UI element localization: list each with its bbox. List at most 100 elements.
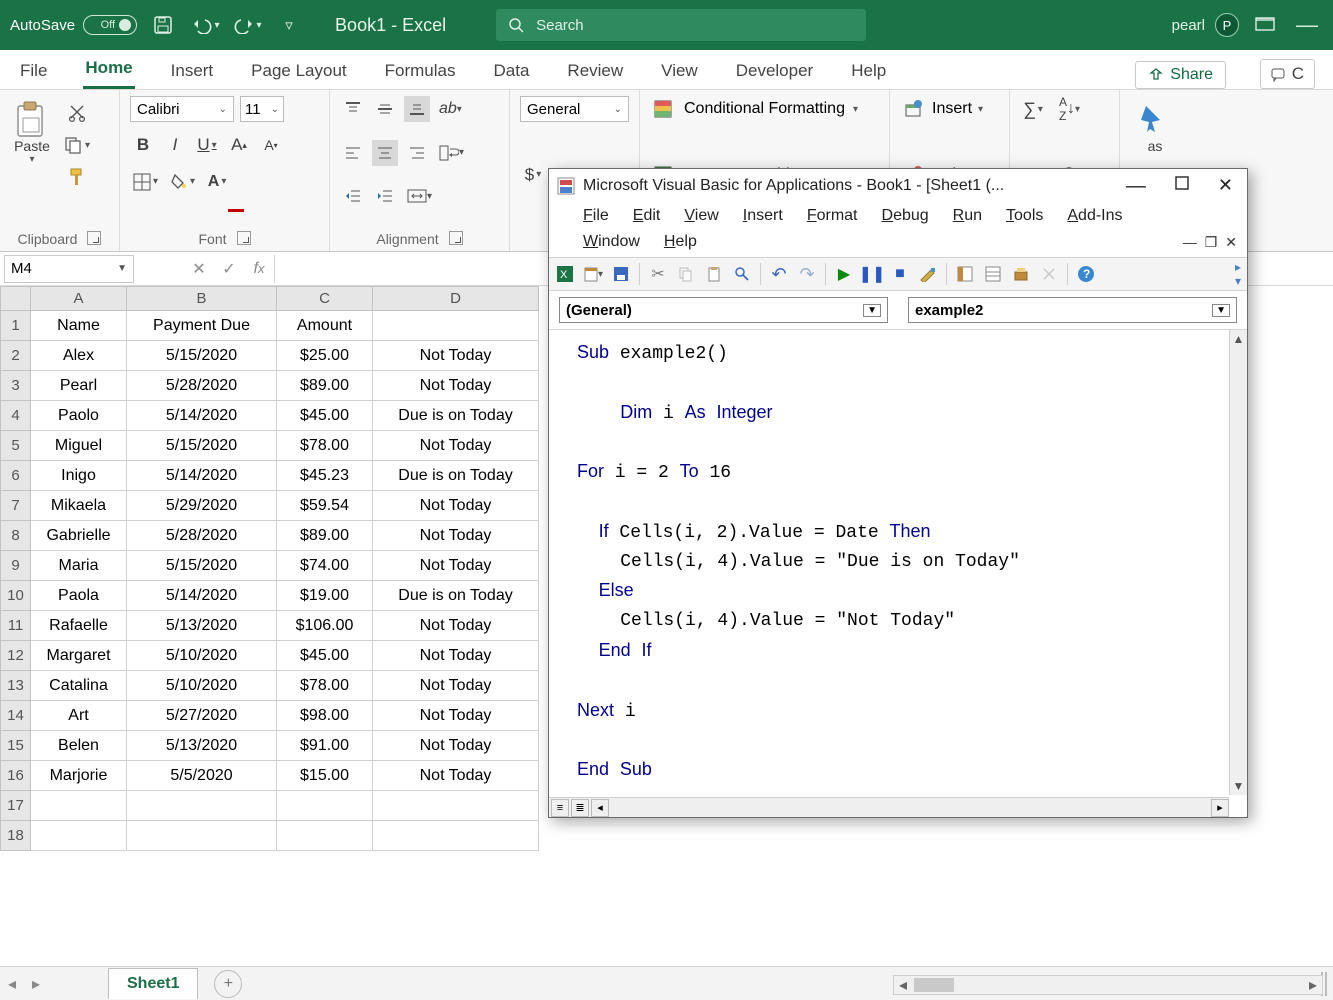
sheet-tab[interactable]: Sheet1 <box>108 968 198 999</box>
cell[interactable]: Miguel <box>31 431 127 461</box>
vba-menu-file[interactable]: File <box>583 207 609 225</box>
align-right-icon[interactable] <box>404 140 430 166</box>
scroll-thumb[interactable] <box>914 978 954 992</box>
column-header[interactable]: A <box>31 287 127 311</box>
row-header[interactable]: 8 <box>1 521 31 551</box>
ribbon-tab-home[interactable]: Home <box>83 52 134 89</box>
row-header[interactable]: 10 <box>1 581 31 611</box>
table-header-cell[interactable]: Name <box>31 311 127 341</box>
scroll-right-icon[interactable]: ▸ <box>1304 975 1322 995</box>
horizontal-scrollbar[interactable]: ◂ ▸ <box>893 975 1323 995</box>
cut-icon[interactable] <box>60 100 93 126</box>
column-header[interactable]: D <box>373 287 539 311</box>
row-header[interactable]: 15 <box>1 731 31 761</box>
cell[interactable]: Not Today <box>373 341 539 371</box>
vba-title-bar[interactable]: Microsoft Visual Basic for Applications … <box>549 169 1247 203</box>
cell[interactable] <box>373 821 539 851</box>
vba-vertical-scrollbar[interactable]: ▲▼ <box>1229 330 1247 795</box>
redo-icon[interactable]: ↷ <box>797 264 817 284</box>
autosum-icon[interactable]: ∑▾ <box>1020 96 1046 122</box>
row-header[interactable]: 2 <box>1 341 31 371</box>
cell[interactable]: Margaret <box>31 641 127 671</box>
vba-menu-help[interactable]: Help <box>664 233 697 251</box>
ribbon-tab-file[interactable]: File <box>18 55 49 89</box>
user-name[interactable]: pearl <box>1172 17 1205 34</box>
cell[interactable]: 5/29/2020 <box>127 491 277 521</box>
undo-icon[interactable]: ↶ <box>769 264 789 284</box>
italic-button[interactable]: I <box>162 132 188 158</box>
cell[interactable]: Not Today <box>373 371 539 401</box>
align-top-icon[interactable] <box>340 96 366 122</box>
minimize-icon[interactable]: — <box>1291 9 1323 41</box>
font-name-select[interactable]: Calibri⌄ <box>130 96 234 122</box>
cell[interactable]: $98.00 <box>277 701 373 731</box>
increase-font-icon[interactable]: A▴ <box>226 132 252 158</box>
cell[interactable]: Art <box>31 701 127 731</box>
wrap-text-icon[interactable]: ▾ <box>436 140 467 166</box>
number-format-select[interactable]: General⌄ <box>520 96 629 122</box>
column-header[interactable]: C <box>277 287 373 311</box>
cell[interactable]: Alex <box>31 341 127 371</box>
sort-filter-icon[interactable]: AZ↓▾ <box>1056 96 1083 122</box>
cell[interactable] <box>373 791 539 821</box>
cell[interactable]: 5/15/2020 <box>127 341 277 371</box>
row-header[interactable]: 7 <box>1 491 31 521</box>
help-icon[interactable]: ? <box>1076 264 1096 284</box>
row-header[interactable]: 18 <box>1 821 31 851</box>
vba-maximize-icon[interactable] <box>1174 175 1190 198</box>
find-icon[interactable] <box>732 264 752 284</box>
font-size-select[interactable]: 11⌄ <box>240 96 284 122</box>
cell[interactable]: 5/5/2020 <box>127 761 277 791</box>
cell[interactable]: $106.00 <box>277 611 373 641</box>
vba-sub-close-icon[interactable]: ✕ <box>1225 234 1237 251</box>
orientation-icon[interactable]: ab▾ <box>436 96 465 122</box>
ribbon-tab-view[interactable]: View <box>659 55 700 89</box>
row-header[interactable]: 3 <box>1 371 31 401</box>
align-middle-icon[interactable] <box>372 96 398 122</box>
vba-window[interactable]: Microsoft Visual Basic for Applications … <box>548 168 1248 818</box>
cell[interactable]: Due is on Today <box>373 401 539 431</box>
alignment-dialog-launcher[interactable] <box>449 231 463 245</box>
vba-sub-minimize-icon[interactable]: — <box>1183 234 1197 251</box>
vba-menu-tools[interactable]: Tools <box>1006 207 1043 225</box>
reset-icon[interactable]: ■ <box>890 264 910 284</box>
align-left-icon[interactable] <box>340 140 366 166</box>
cell[interactable]: 5/15/2020 <box>127 431 277 461</box>
cell[interactable]: $78.00 <box>277 671 373 701</box>
vba-minimize-icon[interactable]: — <box>1126 175 1146 198</box>
cell[interactable]: Not Today <box>373 491 539 521</box>
vba-menu-run[interactable]: Run <box>953 207 982 225</box>
cell[interactable]: 5/10/2020 <box>127 641 277 671</box>
ribbon-tab-insert[interactable]: Insert <box>169 55 216 89</box>
ribbon-tab-help[interactable]: Help <box>849 55 888 89</box>
scroll-left-icon[interactable]: ◂ <box>591 799 609 817</box>
cell[interactable]: Not Today <box>373 611 539 641</box>
vba-menu-insert[interactable]: Insert <box>743 207 783 225</box>
table-header-cell[interactable]: Payment Due <box>127 311 277 341</box>
vba-view-proc-icon[interactable]: ≣ <box>571 799 589 817</box>
vba-menu-debug[interactable]: Debug <box>882 207 929 225</box>
insert-cells-button[interactable]: Insert <box>932 100 972 118</box>
cell[interactable]: Catalina <box>31 671 127 701</box>
ribbon-display-options-icon[interactable] <box>1249 9 1281 41</box>
insert-cells-icon[interactable] <box>900 96 926 122</box>
enter-formula-icon[interactable]: ✓ <box>214 255 244 283</box>
cell[interactable] <box>127 821 277 851</box>
toolbox-icon[interactable] <box>1039 264 1059 284</box>
cut-icon[interactable]: ✂ <box>648 264 668 284</box>
comments-button[interactable]: C <box>1260 59 1315 89</box>
cell[interactable]: $89.00 <box>277 521 373 551</box>
row-header[interactable]: 13 <box>1 671 31 701</box>
cell[interactable]: Not Today <box>373 731 539 761</box>
vba-horizontal-scrollbar[interactable]: ≡ ≣ ◂ ▸ <box>549 797 1229 817</box>
row-header[interactable]: 1 <box>1 311 31 341</box>
redo-icon[interactable]: ▾ <box>231 9 263 41</box>
autosave-toggle[interactable]: Off <box>83 15 137 35</box>
row-header[interactable]: 5 <box>1 431 31 461</box>
cell[interactable] <box>277 791 373 821</box>
align-center-icon[interactable] <box>372 140 398 166</box>
user-avatar[interactable]: P <box>1215 13 1239 37</box>
break-icon[interactable]: ❚❚ <box>862 264 882 284</box>
cell[interactable]: Belen <box>31 731 127 761</box>
vba-close-icon[interactable]: ✕ <box>1218 175 1233 198</box>
